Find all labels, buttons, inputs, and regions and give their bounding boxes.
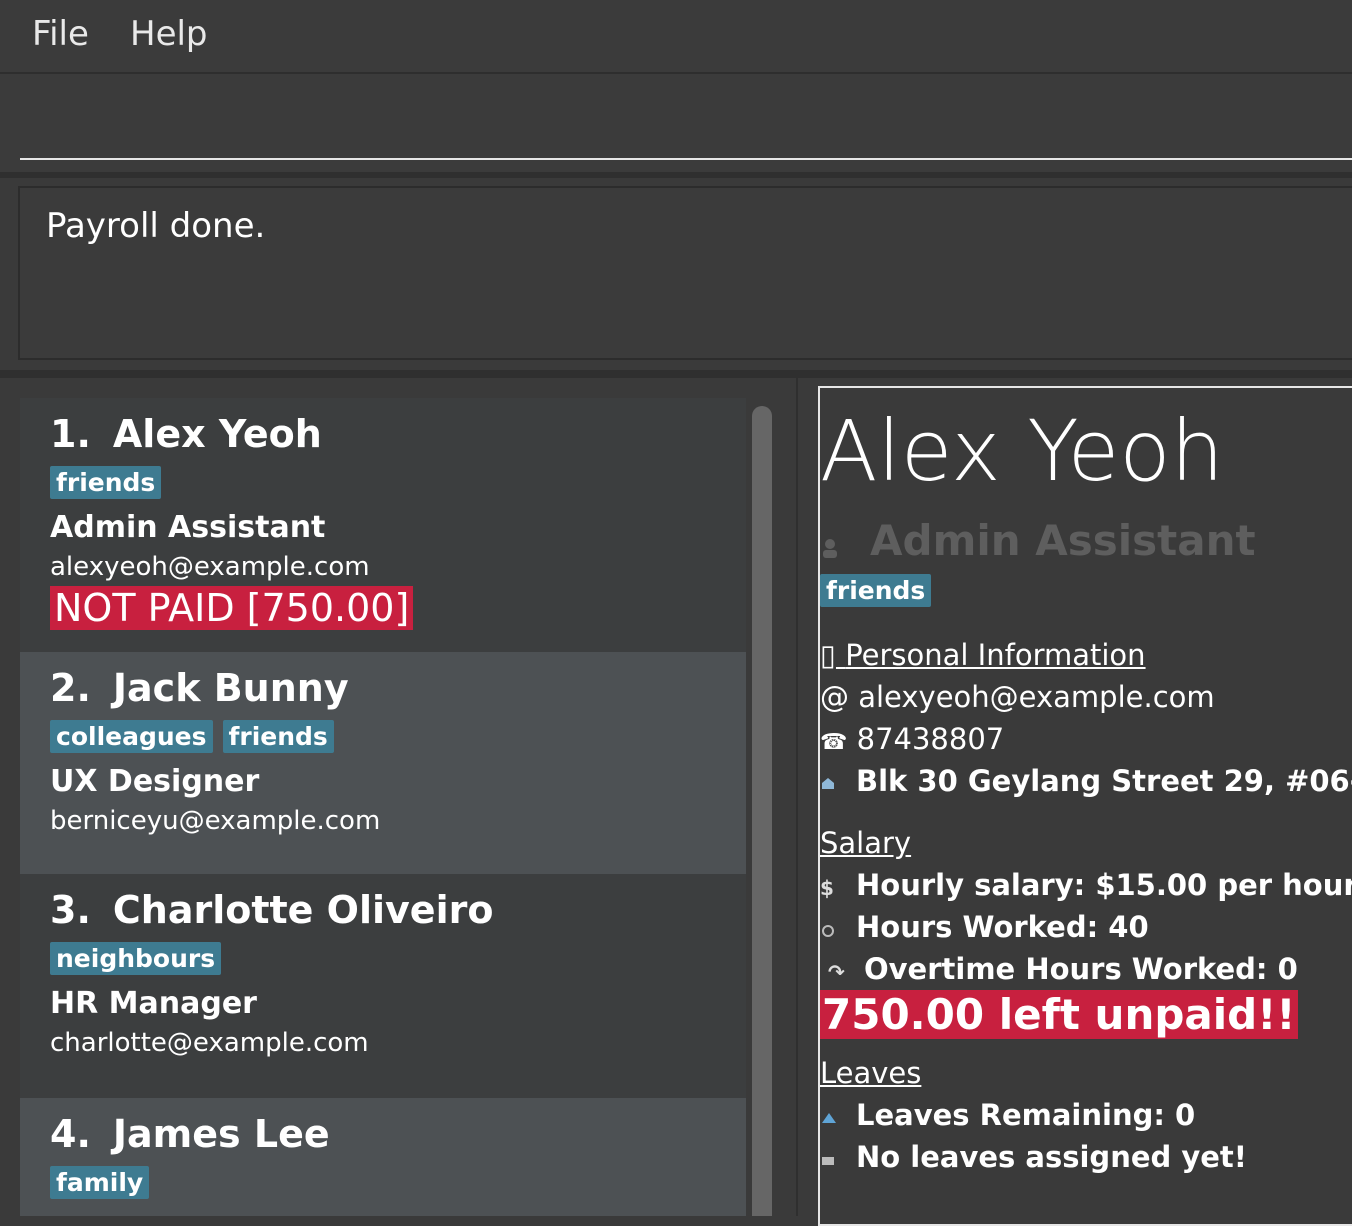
tag: family — [50, 1166, 150, 1199]
detail-hourly-text: Hourly salary: $15.00 per hour — [856, 868, 1352, 902]
personal-info-title-text: Personal Information — [845, 638, 1146, 672]
overtime-arrow-icon: ↷ — [828, 960, 845, 984]
person-name: 3. Charlotte Oliveiro — [50, 888, 493, 932]
tag: neighbours — [50, 942, 222, 975]
detail-address-text: Blk 30 Geylang Street 29, #06-40 — [856, 764, 1352, 798]
person-card-3[interactable]: 3. Charlotte Oliveiro neighbours HR Manag… — [20, 874, 746, 1098]
detail-tag-list: friends — [820, 574, 941, 607]
personal-info-icon: ▯ — [820, 638, 836, 672]
tag: friends — [820, 574, 932, 607]
at-icon: @ — [820, 680, 849, 714]
tag-list: neighbours — [50, 942, 231, 975]
person-index: 2. — [50, 666, 91, 710]
detail-hours-worked: Hours Worked: 40 — [820, 910, 1149, 944]
person-email: charlotte@example.com — [50, 1028, 369, 1058]
person-name: 4. James Lee — [50, 1112, 330, 1156]
clock-icon — [820, 918, 846, 942]
person-role: HR Manager — [50, 986, 257, 1021]
detail-name: Alex Yeoh — [820, 402, 1224, 500]
person-name: 1. Alex Yeoh — [50, 412, 322, 456]
detail-leaves-assigned: No leaves assigned yet! — [820, 1140, 1247, 1174]
home-icon — [820, 772, 846, 796]
tag-list: colleagues friends — [50, 720, 344, 753]
tag-list: family — [50, 1166, 159, 1199]
tag: friends — [222, 720, 334, 753]
detail-overtime: ↷ Overtime Hours Worked: 0 — [820, 952, 1298, 986]
person-name-text: Jack Bunny — [112, 666, 349, 710]
detail-email-text: alexyeoh@example.com — [858, 680, 1215, 714]
command-box-area — [0, 74, 1352, 174]
tag: colleagues — [50, 720, 213, 753]
beach-icon — [820, 1106, 846, 1130]
unpaid-amount-badge: 750.00 left unpaid!! — [820, 990, 1298, 1039]
person-name: 2. Jack Bunny — [50, 666, 349, 710]
result-text: Payroll done. — [46, 206, 266, 246]
detail-hours-text: Hours Worked: 40 — [856, 910, 1149, 944]
detail-leaves-remaining-text: Leaves Remaining: 0 — [856, 1098, 1196, 1132]
phone-icon: ☎ — [820, 730, 848, 755]
result-display: Payroll done. — [18, 186, 1352, 360]
person-name-text: James Lee — [112, 1112, 330, 1156]
tag-list: friends — [50, 466, 171, 499]
command-input[interactable] — [20, 74, 1352, 160]
tag: friends — [50, 466, 162, 499]
leaves-title: Leaves — [820, 1056, 922, 1090]
detail-hourly-salary: $ Hourly salary: $15.00 per hour — [820, 868, 1352, 902]
detail-email: @ alexyeoh@example.com — [820, 680, 1215, 714]
person-name-text: Alex Yeoh — [112, 412, 322, 456]
person-role: UX Designer — [50, 764, 260, 799]
person-index: 1. — [50, 412, 91, 456]
menu-file[interactable]: File — [32, 14, 89, 54]
personal-info-title: ▯ Personal Information — [820, 638, 1146, 672]
person-card-4[interactable]: 4. James Lee family — [20, 1098, 746, 1216]
menu-bar: File Help — [0, 0, 1352, 74]
person-role: Admin Assistant — [50, 510, 326, 545]
detail-phone-text: 87438807 — [856, 722, 1005, 756]
person-icon — [823, 538, 837, 558]
menu-help[interactable]: Help — [130, 14, 208, 54]
dollar-icon: $ — [820, 876, 834, 900]
person-card-2[interactable]: 2. Jack Bunny colleagues friends UX Design… — [20, 652, 746, 874]
person-name-text: Charlotte Oliveiro — [112, 888, 494, 932]
list-scrollbar[interactable] — [752, 406, 772, 1216]
person-detail-panel: Alex Yeoh Admin Assistant friends ▯ Pers… — [818, 386, 1352, 1226]
paid-status-badge: NOT PAID [750.00] — [50, 586, 414, 630]
person-card-1[interactable]: 1. Alex Yeoh friends Admin Assistant alex… — [20, 398, 746, 652]
salary-title: Salary — [820, 826, 912, 860]
detail-role: Admin Assistant — [820, 516, 1256, 565]
person-index: 3. — [50, 888, 91, 932]
detail-overtime-text: Overtime Hours Worked: 0 — [864, 952, 1298, 986]
detail-phone: ☎ 87438807 — [820, 722, 1004, 756]
person-email: alexyeoh@example.com — [50, 552, 370, 582]
detail-role-text: Admin Assistant — [870, 516, 1256, 565]
divider — [0, 172, 1352, 178]
divider — [0, 370, 1352, 378]
calendar-icon — [820, 1148, 846, 1172]
person-index: 4. — [50, 1112, 91, 1156]
detail-address: Blk 30 Geylang Street 29, #06-40 — [820, 764, 1352, 798]
person-email: berniceyu@example.com — [50, 806, 381, 836]
detail-leaves-remaining: Leaves Remaining: 0 — [820, 1098, 1195, 1132]
person-list-panel: 1. Alex Yeoh friends Admin Assistant alex… — [0, 378, 798, 1216]
detail-leaves-assigned-text: No leaves assigned yet! — [856, 1140, 1248, 1174]
